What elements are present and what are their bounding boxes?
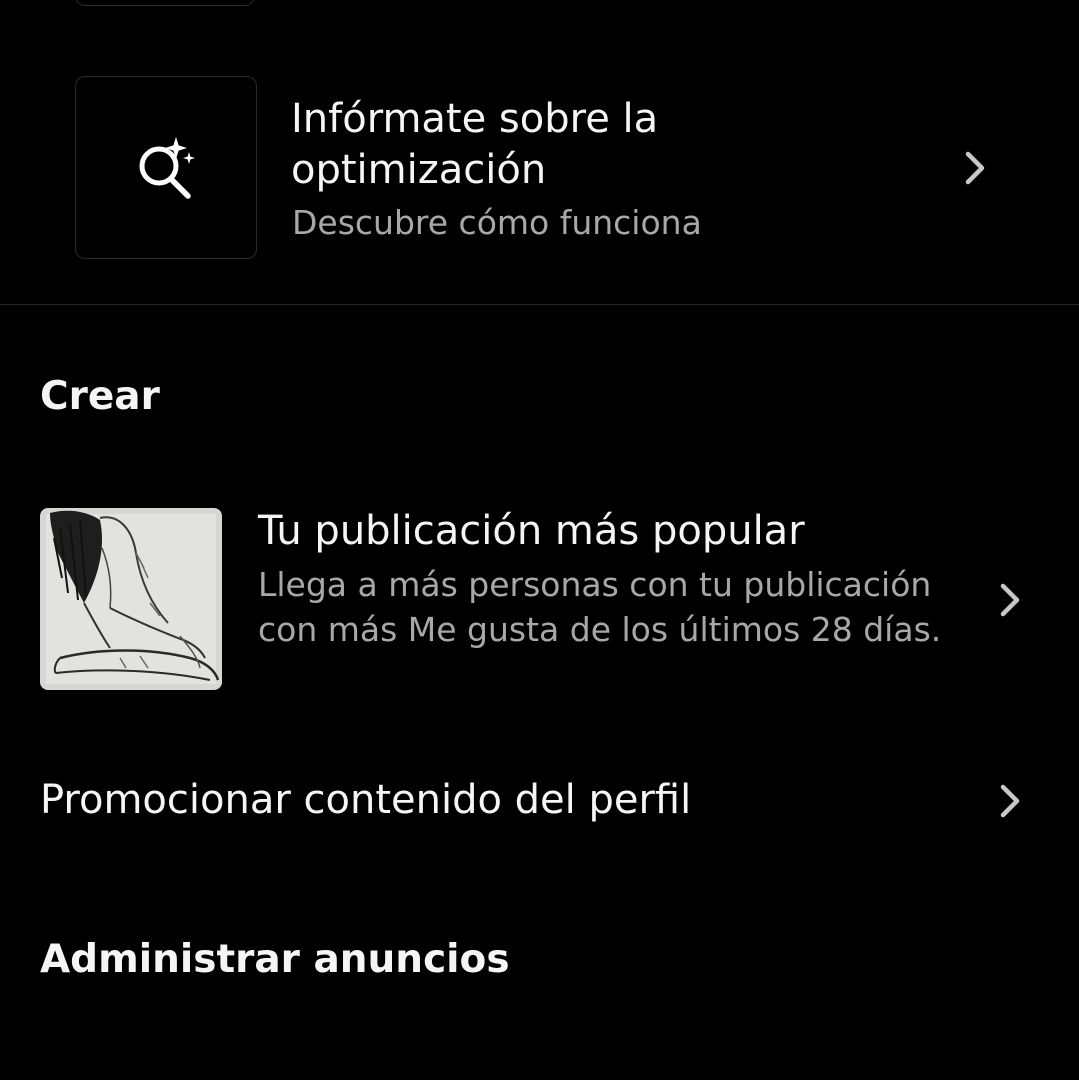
previous-card-fragment [75, 0, 255, 6]
promote-profile-row[interactable]: Promocionar contenido del perfil [0, 765, 1079, 837]
popular-post-description: Llega a más personas con tu publicación … [258, 565, 942, 649]
popular-post-title: Tu publicación más popular [258, 508, 805, 554]
learn-icon-box [75, 76, 257, 259]
popular-post-row[interactable]: Tu publicación más popular Llega a más p… [0, 495, 1079, 705]
section-title-manage-ads: Administrar anuncios [40, 937, 510, 982]
section-title-create: Crear [40, 374, 160, 419]
learn-optimization-subtitle: Descubre cómo funciona [292, 203, 702, 242]
search-sparkle-icon [139, 136, 195, 199]
chevron-right-icon [1000, 784, 1020, 818]
chevron-right-icon [1000, 583, 1020, 617]
learn-optimization-row[interactable]: Infórmate sobre la optimización Descubre… [0, 60, 1079, 275]
popular-post-thumbnail [40, 508, 222, 690]
section-divider [0, 304, 1079, 305]
chevron-right-icon [965, 151, 985, 185]
promote-profile-label: Promocionar contenido del perfil [40, 777, 692, 823]
learn-optimization-title: Infórmate sobre la optimización [291, 96, 659, 193]
